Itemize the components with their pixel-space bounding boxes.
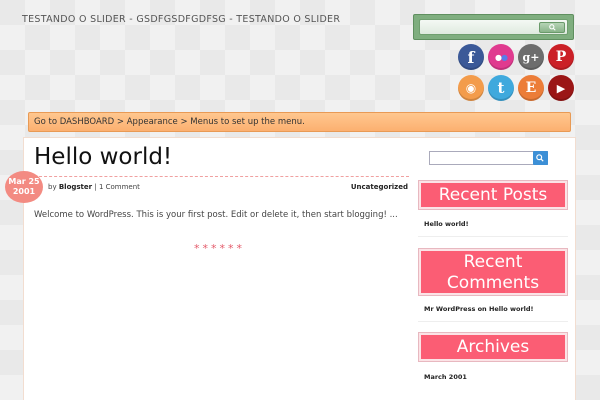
header-search-input[interactable]	[422, 22, 540, 32]
sidebar-search-input[interactable]	[432, 154, 528, 162]
recent-posts-title: Recent Posts	[418, 180, 568, 210]
recent-post-item[interactable]: Hello world!	[424, 220, 469, 228]
google-plus-icon[interactable]: g+	[518, 44, 544, 70]
date-year: 2001	[12, 187, 36, 196]
widget-divider	[418, 236, 568, 237]
search-icon	[536, 154, 544, 162]
date-month-day: Mar 25	[8, 177, 40, 186]
social-icons: f ● ● g+ P ◉ t E ▶	[458, 44, 578, 101]
search-icon	[549, 24, 556, 31]
header-search-box	[419, 19, 568, 35]
post-category[interactable]: Uncategorized	[351, 183, 408, 191]
twitter-icon[interactable]: t	[488, 75, 514, 101]
comment-on: on	[477, 305, 487, 313]
recent-comment-item: Mr WordPress on Hello world!	[424, 305, 534, 313]
comment-post-link[interactable]: Hello world!	[489, 305, 534, 313]
header-search-button[interactable]	[539, 22, 565, 33]
site-title[interactable]: TESTANDO O SLIDER - GSDFGSDFGDFSG - TEST…	[22, 14, 340, 25]
sidebar-search	[429, 151, 548, 165]
facebook-icon[interactable]: f	[458, 44, 484, 70]
etsy-icon[interactable]: E	[518, 75, 544, 101]
post-divider-stars: ******	[194, 242, 245, 255]
comments-link[interactable]: 1 Comment	[99, 183, 140, 191]
archives-title: Archives	[418, 332, 568, 362]
archive-item[interactable]: March 2001	[424, 373, 467, 381]
post-author[interactable]: Blogster	[59, 183, 92, 191]
sidebar-search-button[interactable]	[533, 151, 548, 165]
date-badge: Mar 25 2001	[5, 171, 43, 203]
by-label: by	[48, 183, 57, 191]
flickr-icon[interactable]: ● ●	[488, 44, 514, 70]
comment-author[interactable]: Mr WordPress	[424, 305, 475, 313]
post-excerpt: Welcome to WordPress. This is your first…	[34, 210, 398, 220]
header-search	[413, 14, 574, 40]
meta-separator: |	[94, 183, 97, 191]
post-title[interactable]: Hello world!	[34, 144, 172, 170]
youtube-icon[interactable]: ▶	[548, 75, 574, 101]
recent-comments-title: Recent Comments	[418, 248, 568, 296]
pinterest-icon[interactable]: P	[548, 44, 574, 70]
post-meta: by Blogster | 1 Comment	[48, 183, 140, 191]
widget-divider	[418, 321, 568, 322]
menu-notice: Go to DASHBOARD > Appearance > Menus to …	[28, 112, 571, 132]
rss-icon[interactable]: ◉	[458, 75, 484, 101]
title-divider	[34, 176, 409, 177]
